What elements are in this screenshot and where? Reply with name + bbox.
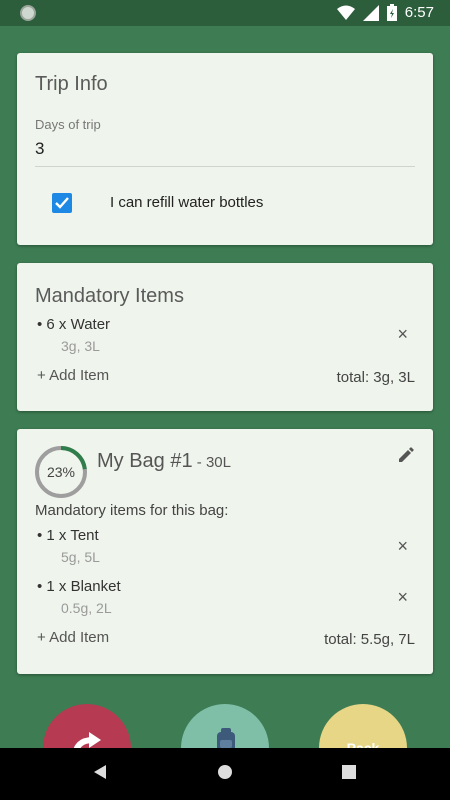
status-time: 6:57	[404, 4, 434, 21]
remove-item-button[interactable]: ×	[397, 588, 408, 606]
recents-icon[interactable]	[342, 765, 356, 779]
list-item-meta: 5g, 5L	[61, 549, 100, 565]
refill-water-label[interactable]: I can refill water bottles	[110, 194, 263, 211]
mandatory-items-card: Mandatory Items • 6 x Water 3g, 3L × + A…	[17, 263, 433, 411]
bag-card: 23% My Bag #1 - 30L Mandatory items for …	[17, 429, 433, 674]
bag-total: total: 5.5g, 7L	[324, 631, 415, 648]
status-bar: 6:57	[0, 0, 450, 26]
list-item-name: • 6 x Water	[37, 316, 111, 333]
refill-water-checkbox[interactable]	[52, 193, 72, 213]
list-item-meta: 0.5g, 2L	[61, 600, 112, 616]
battery-icon	[386, 4, 397, 21]
remove-item-button[interactable]: ×	[397, 537, 408, 555]
wifi-icon	[336, 5, 355, 20]
days-of-trip-label: Days of trip	[35, 117, 101, 132]
mandatory-total: total: 3g, 3L	[336, 369, 415, 386]
list-item-name: • 1 x Tent	[37, 527, 99, 544]
edit-icon[interactable]	[397, 446, 415, 464]
notification-icon	[20, 5, 36, 21]
checkmark-icon	[55, 197, 69, 209]
bag-fill-percent: 23%	[46, 464, 76, 480]
back-icon[interactable]	[93, 764, 107, 780]
days-input-underline	[35, 166, 415, 167]
days-of-trip-input[interactable]: 3	[35, 139, 44, 159]
trip-info-card: Trip Info Days of trip 3 I can refill wa…	[17, 53, 433, 245]
mandatory-items-title: Mandatory Items	[35, 285, 184, 307]
bag-name: My Bag #1	[97, 450, 193, 472]
list-item-meta: 3g, 3L	[61, 338, 100, 354]
navigation-bar	[0, 748, 450, 800]
add-item-button[interactable]: + Add Item	[37, 629, 109, 646]
list-item-name: • 1 x Blanket	[37, 578, 121, 595]
add-item-button[interactable]: + Add Item	[37, 367, 109, 384]
bag-title: My Bag #1 - 30L	[97, 450, 231, 473]
bag-size: - 30L	[192, 454, 231, 471]
signal-icon	[362, 4, 379, 21]
home-icon[interactable]	[217, 764, 233, 780]
remove-item-button[interactable]: ×	[397, 325, 408, 343]
trip-info-title: Trip Info	[35, 73, 108, 95]
bag-mandatory-subheading: Mandatory items for this bag:	[35, 502, 229, 519]
